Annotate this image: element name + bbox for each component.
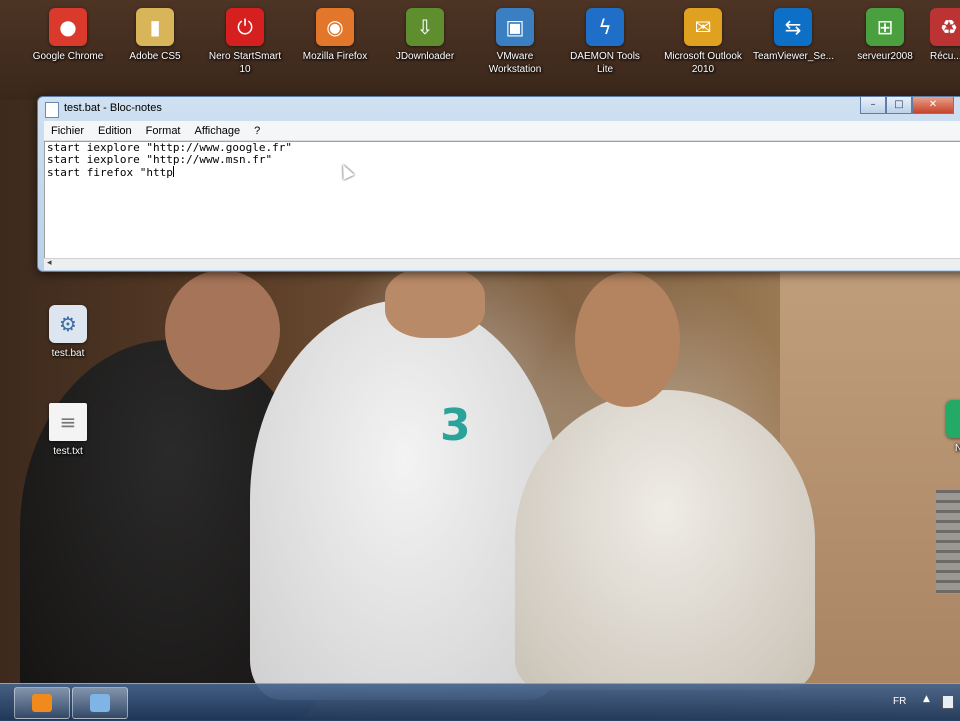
editor-line: start iexplore "http://www.msn.fr" [47, 153, 273, 166]
text-file-icon: ≡ [49, 403, 87, 441]
desktop-icon-label: test.txt [53, 446, 83, 457]
folder-icon: ▮ [136, 8, 174, 46]
desktop-icon-teamviewer[interactable]: ⇆ TeamViewer_Se... [753, 8, 834, 63]
desktop-icon-label: TeamViewer_Se... [753, 51, 834, 62]
wallpaper-person-left-head [165, 270, 280, 390]
vmware-icon: ▣ [496, 8, 534, 46]
desktop-icon-windows[interactable]: ⊞ serveur2008 [845, 8, 925, 63]
window-controls: – □ ✕ [860, 97, 954, 115]
tray-expand-icon[interactable]: ▲ [923, 694, 930, 704]
menu-help[interactable]: ? [247, 125, 267, 137]
wallpaper-person-middle-head [385, 268, 485, 338]
menu-bar: Fichier Edition Format Affichage ? [44, 121, 960, 141]
notepad-taskbar-icon [90, 694, 110, 712]
desktop-icon-label: test.bat [51, 348, 85, 359]
minimize-button[interactable]: – [860, 97, 886, 114]
scroll-left-arrow-icon[interactable]: ◂ [47, 258, 52, 268]
recycle-icon: ♻ [930, 8, 960, 46]
daemon-icon: ϟ [586, 8, 624, 46]
editor-line-current: start firefox "http [45, 166, 960, 179]
chrome-icon: ● [49, 8, 87, 46]
desktop-icon-label: Nero StartSmart 10 [208, 51, 282, 75]
menu-format[interactable]: Format [139, 125, 188, 137]
desktop-icon-label: JDownloader [395, 51, 455, 62]
desktop-icon-vmware[interactable]: ▣ VMware Workstation [475, 8, 555, 76]
windows-icon: ⊞ [866, 8, 904, 46]
window-titlebar[interactable]: test.bat - Bloc-notes – □ ✕ [38, 97, 960, 121]
desktop-icon-label: VMware Workstation [488, 51, 542, 75]
desktop-icon-test-txt[interactable]: ≡ test.txt [28, 403, 108, 458]
desktop-icon-nokia[interactable]: ▯ Noki [925, 400, 960, 455]
desktop-icon-chrome[interactable]: ● Google Chrome [28, 8, 108, 63]
wallpaper-person-middle [250, 300, 560, 700]
text-editor-area[interactable]: start iexplore "http://www.google.fr" st… [44, 141, 960, 260]
horizontal-scrollbar[interactable]: ◂ [44, 258, 960, 270]
desktop-icon-label: Adobe CS5 [129, 51, 181, 62]
desktop-icon-label: DAEMON Tools Lite [570, 51, 640, 75]
window-title: test.bat - Bloc-notes [64, 102, 162, 114]
editor-line-text: start firefox "http [47, 166, 173, 179]
notepad-window: test.bat - Bloc-notes – □ ✕ Fichier Edit… [37, 96, 960, 272]
desktop-icon-label: Google Chrome [32, 51, 104, 62]
desktop-icon-firefox[interactable]: ◉ Mozilla Firefox [295, 8, 375, 63]
language-indicator[interactable]: FR [893, 696, 906, 707]
desktop-icon-test-bat[interactable]: ⚙ test.bat [28, 305, 108, 360]
jdownloader-icon: ⇩ [406, 8, 444, 46]
desktop-icon-recycle[interactable]: ♻ Récu... [930, 8, 960, 63]
menu-edition[interactable]: Edition [91, 125, 139, 137]
wallpaper-person-right-head [575, 272, 680, 407]
nero-icon: ⏻ [226, 8, 264, 46]
wallpaper-person-right [515, 390, 815, 690]
close-button[interactable]: ✕ [912, 97, 954, 114]
teamviewer-icon: ⇆ [774, 8, 812, 46]
desktop-icon-nero[interactable]: ⏻ Nero StartSmart 10 [205, 8, 285, 76]
desktop-icon-label: Microsoft Outlook 2010 [664, 51, 742, 75]
desktop-icon-jdownloader[interactable]: ⇩ JDownloader [385, 8, 465, 63]
firefox-icon: ◉ [316, 8, 354, 46]
outlook-icon: ✉ [684, 8, 722, 46]
desktop-icon-label: Récu... [930, 51, 960, 62]
desktop-icon-folder[interactable]: ▮ Adobe CS5 [115, 8, 195, 63]
wallpaper-jersey-number: 3 [440, 400, 471, 451]
media-player-icon [32, 694, 52, 712]
batch-file-icon: ⚙ [49, 305, 87, 343]
desktop-icon-label: Mozilla Firefox [302, 51, 368, 62]
desktop-icon-outlook[interactable]: ✉ Microsoft Outlook 2010 [663, 8, 743, 76]
menu-fichier[interactable]: Fichier [44, 125, 91, 137]
text-caret [172, 166, 174, 177]
phone-icon: ▯ [946, 400, 960, 438]
maximize-button[interactable]: □ [886, 97, 912, 114]
taskbar-notepad[interactable] [72, 687, 128, 719]
taskbar-media-player[interactable] [14, 687, 70, 719]
taskbar: FR ▲ [0, 683, 960, 721]
desktop-icon-label: Noki [954, 443, 960, 454]
menu-affichage[interactable]: Affichage [188, 125, 248, 137]
notepad-icon [45, 102, 59, 118]
desktop-icon-label: serveur2008 [857, 51, 913, 62]
desktop-gadget [936, 490, 960, 594]
desktop-icon-daemon[interactable]: ϟ DAEMON Tools Lite [565, 8, 645, 76]
action-center-icon[interactable] [942, 695, 954, 709]
